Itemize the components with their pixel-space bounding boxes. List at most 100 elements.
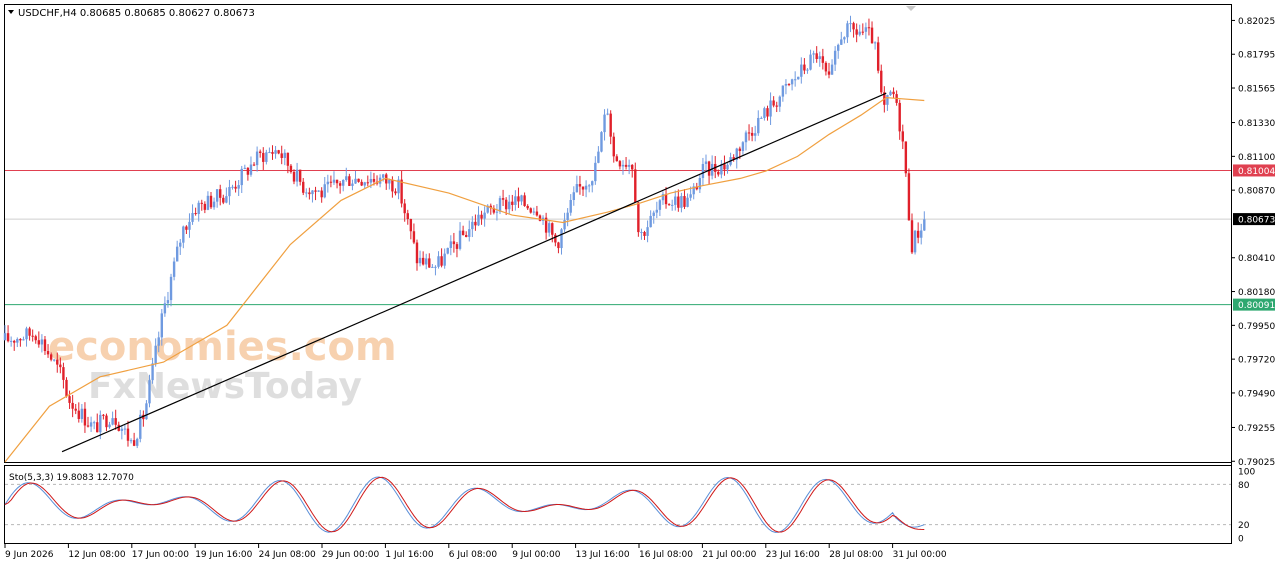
candle-bull [741,142,745,152]
candle-bull [477,214,480,226]
candle-bear [286,152,290,166]
candle-bear [554,234,557,243]
candle-bull [843,37,846,40]
candle-bull [434,266,437,268]
candle-bull [726,164,729,170]
candle-bull [92,422,96,424]
candle-bull [587,185,591,187]
candle-bear [292,171,296,182]
candle-bull [157,337,160,346]
candle-bear [631,164,634,170]
candle-bear [766,108,769,117]
candle-bull [858,31,861,35]
candle-bear [298,169,302,182]
candle-bull [16,339,19,343]
candle-bear [821,56,825,63]
candle-bull [548,223,551,233]
candle-bull [237,185,240,189]
candle-bear [440,256,443,266]
candle-bull [800,64,803,77]
candle-bull [449,241,453,248]
candle-bear [329,181,333,183]
candle-bear [391,179,394,192]
candle-bull [369,178,373,183]
candle-bull [680,196,683,208]
candle-bear [855,29,858,35]
candle-bear [523,195,526,206]
candle-bear [302,181,305,193]
candle-bull [342,179,345,186]
candle-bull [640,232,643,234]
candle-bull [179,242,182,247]
candle-bear [876,42,880,71]
chart-svg[interactable]: economies.com FxNewsToday 0.82025 0.81795… [0,0,1280,567]
candle-bear [643,232,646,236]
candle-bull [418,257,422,264]
candle-bull [483,212,486,219]
time-tick-label: 19 Jun 16:00 [195,550,252,560]
candle-bull [830,64,834,75]
candle-bear [517,196,520,202]
candle-bull [228,186,231,197]
stochastic-tick-label: 100 [1238,468,1255,478]
price-tick-label: 0.80410 [1238,254,1275,264]
candle-bear [738,148,742,152]
candle-bull [797,76,800,80]
candle-bull [215,189,219,202]
candle-bear [901,131,904,142]
candle-bear [824,62,828,72]
candle-bear [203,203,207,210]
candle-bull [136,438,139,446]
candle-bull [9,340,13,342]
candle-bear [360,181,363,186]
candle-bull [471,221,474,230]
candle-bear [28,328,31,336]
candle-bull [120,428,124,431]
candle-bull [468,229,471,237]
time-tick-label: 29 Jun 00:00 [322,550,379,560]
candle-bear [43,339,47,352]
price-axis: 0.82025 0.81795 0.81565 0.81330 0.81100 0.808… [1231,17,1275,468]
candle-bear [46,351,50,355]
watermark-fxnewstoday: FxNewsToday [88,366,362,407]
candle-bull [182,226,185,243]
candle-bull [889,91,892,96]
price-tick-label: 0.80180 [1238,288,1275,298]
candle-bull [265,152,268,162]
candle-bear [83,408,87,426]
candle-bull [818,56,821,60]
candle-bear [400,179,403,204]
candle-bull [790,79,794,85]
candle-bull [108,424,111,428]
candle-bull [446,247,449,254]
candle-bull [864,27,868,32]
candle-bull [345,176,348,180]
candle-bear [314,190,317,192]
candle-bull [305,192,308,194]
candle-bull [80,408,84,419]
candle-bull [283,152,286,158]
candle-bear [501,198,505,200]
candle-bull [111,418,114,425]
candle-bear [71,402,74,409]
price-tick-label: 0.81100 [1238,153,1275,163]
candle-bear [787,83,791,85]
candle-bear [19,339,22,341]
candle-bear [246,167,250,175]
candle-bear [664,194,668,205]
candle-bull [188,221,191,230]
candle-bear [65,379,68,397]
candle-bear [185,226,188,230]
price-tick-label: 0.81565 [1238,85,1275,95]
candle-bull [163,303,167,314]
time-tick-label: 6 Jul 08:00 [449,550,498,560]
candle-bear [717,171,720,175]
candle-bear [280,153,283,158]
candle-bear [615,156,619,162]
support-price-label: 0.80091 [1238,301,1275,311]
candle-bull [151,363,154,381]
candle-bull [240,168,243,186]
candle-bull [191,213,194,222]
chart-window[interactable]: economies.com FxNewsToday 0.82025 0.81795… [0,0,1280,567]
candle-bull [809,54,812,70]
